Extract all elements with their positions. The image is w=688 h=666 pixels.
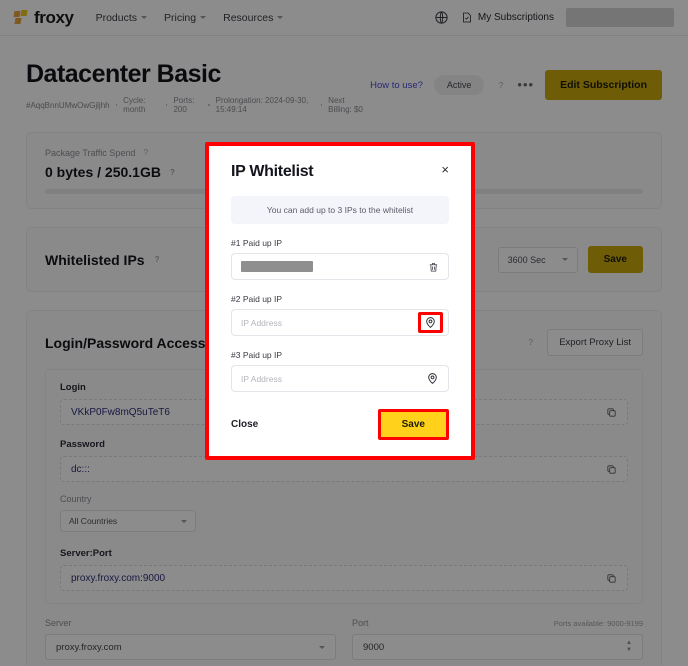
dialog-highlight-border: IP Whitelist × You can add up to 3 IPs t…: [205, 142, 475, 460]
ip-row-1-label: #1 Paid up IP: [231, 238, 283, 248]
ip-row-2-label: #2 Paid up IP: [231, 294, 283, 304]
ip-whitelist-modal: IP Whitelist × You can add up to 3 IPs t…: [209, 146, 471, 456]
app-root: froxy Products Pricing Resources My Subs…: [0, 0, 688, 666]
trash-icon[interactable]: [428, 261, 439, 273]
ip-row-1-redacted-value: [241, 261, 313, 272]
location-pin-icon[interactable]: [418, 312, 443, 333]
whitelist-notice: You can add up to 3 IPs to the whitelist: [231, 196, 449, 224]
modal-header: IP Whitelist ×: [231, 163, 449, 181]
ip-row-2-placeholder: IP Address: [241, 317, 282, 328]
close-icon[interactable]: ×: [441, 163, 449, 177]
save-button-highlight: Save: [377, 409, 449, 440]
location-pin-icon[interactable]: [426, 372, 439, 385]
modal-close-button[interactable]: Close: [231, 419, 258, 430]
ip-row-2-input[interactable]: IP Address: [231, 309, 449, 336]
modal-save-button[interactable]: Save: [380, 412, 446, 437]
ip-row-1-input[interactable]: [231, 253, 449, 280]
ip-whitelist-dialog: IP Whitelist × You can add up to 3 IPs t…: [205, 142, 475, 460]
ip-row-3-placeholder: IP Address: [241, 373, 282, 384]
ip-row-3-input[interactable]: IP Address: [231, 365, 449, 392]
ip-row-3-label: #3 Paid up IP: [231, 350, 283, 360]
modal-title: IP Whitelist: [231, 163, 314, 180]
modal-footer: Close Save: [231, 409, 449, 440]
